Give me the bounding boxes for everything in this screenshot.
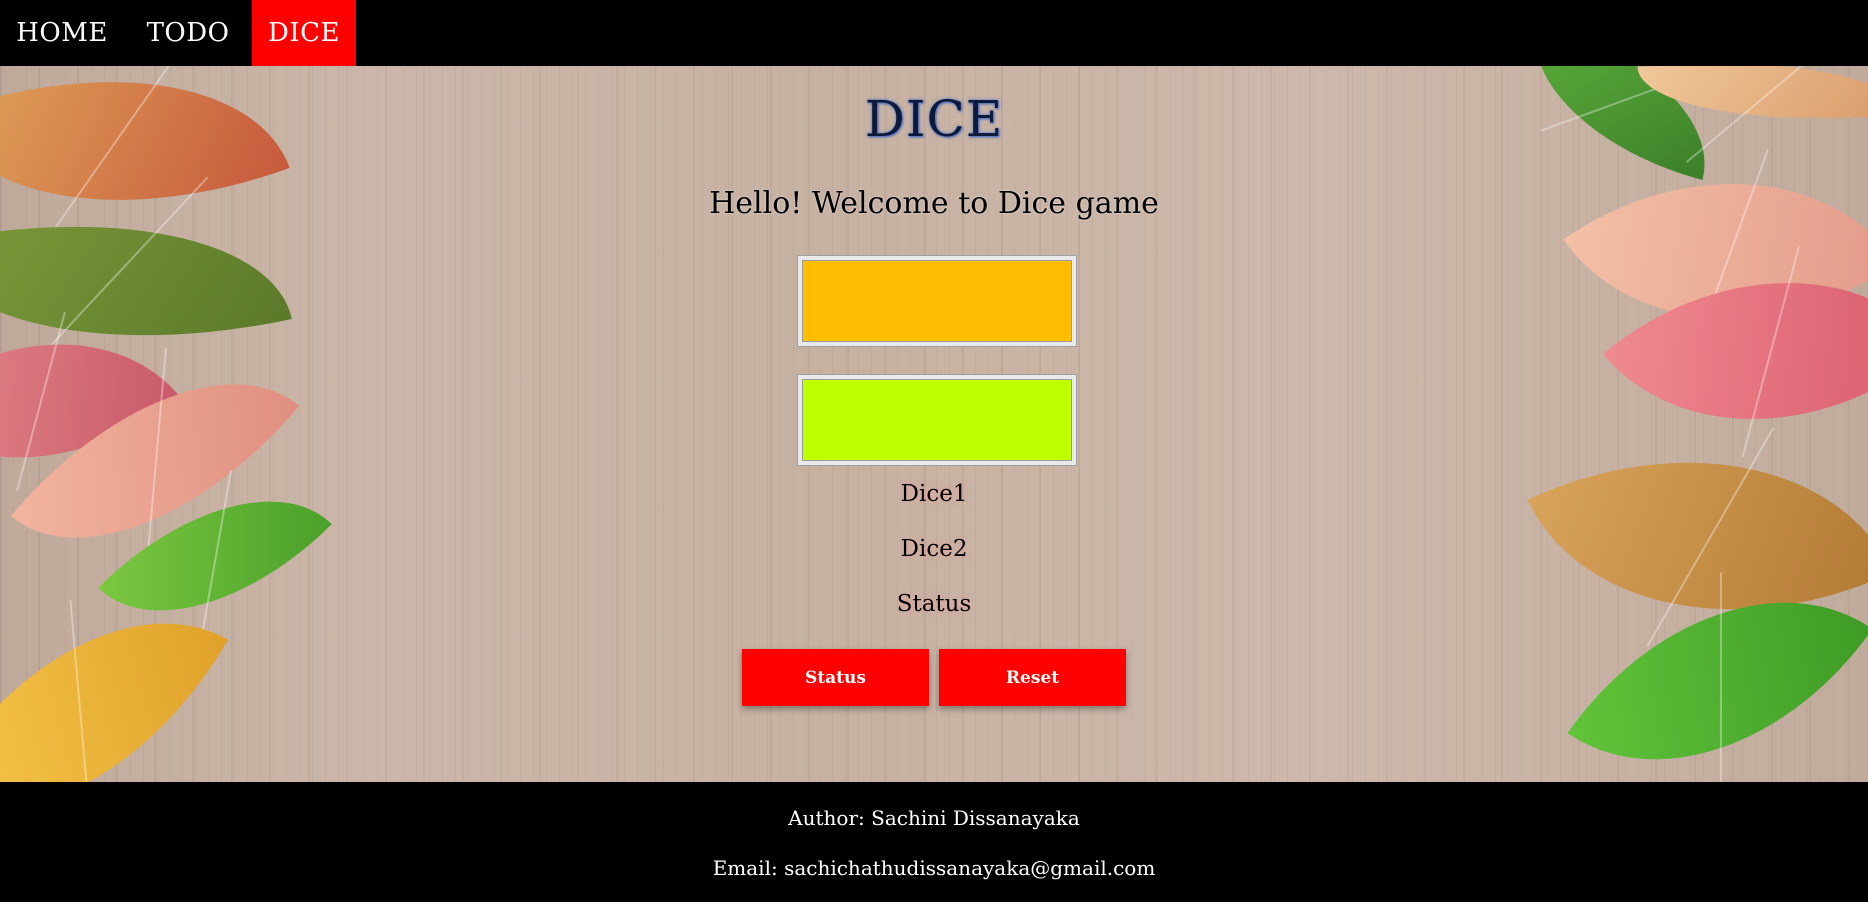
nav-todo[interactable]: TODO [124,0,252,66]
status-label: Status [896,591,972,617]
reset-button[interactable]: Reset [939,649,1126,706]
footer-email: Email: sachichathudissanayaka@gmail.com [712,856,1156,880]
top-navbar: HOME TODO DICE [0,0,1868,66]
status-button[interactable]: Status [742,649,929,706]
dice-game-area: DICE Hello! Welcome to Dice game Dice1 D… [0,66,1868,782]
footer-author: Author: Sachini Dissanayaka [788,806,1080,830]
dice2-label: Dice2 [900,536,968,562]
welcome-heading: Hello! Welcome to Dice game [709,186,1159,221]
footer: Author: Sachini Dissanayaka Email: sachi… [0,782,1868,902]
dice2-display [798,375,1076,465]
dice1-label: Dice1 [900,481,968,507]
page-title: DICE [864,90,1004,148]
dice1-display [798,256,1076,346]
nav-dice[interactable]: DICE [252,0,356,66]
nav-home[interactable]: HOME [0,0,124,66]
